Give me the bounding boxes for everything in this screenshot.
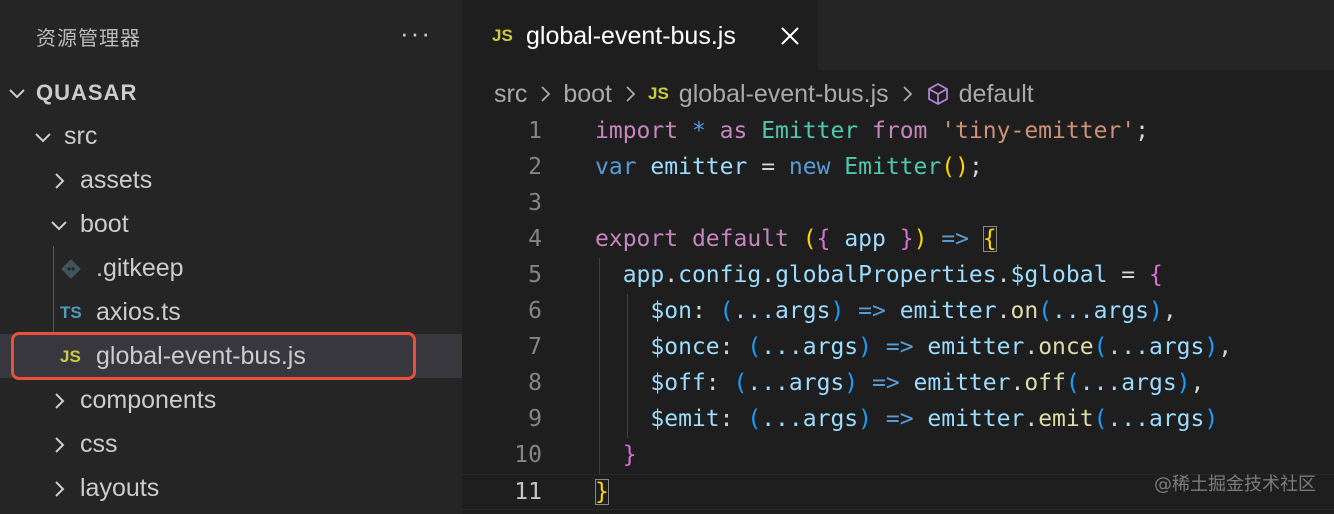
tree-item-label: css: [80, 430, 118, 458]
breadcrumb-item[interactable]: boot: [563, 80, 612, 109]
line-number: 6: [528, 298, 542, 324]
line-number: 1: [528, 118, 542, 144]
code-line: 8 $off: (...args) => emitter.off(...args…: [462, 366, 1334, 402]
breadcrumb-item[interactable]: default: [959, 80, 1034, 109]
tree-item-boot[interactable]: boot: [0, 202, 462, 246]
javascript-file-icon: JS: [648, 84, 669, 103]
line-number: 9: [528, 406, 542, 432]
code-line: 3: [462, 186, 1334, 222]
chevron-right-icon: [541, 86, 551, 102]
code-line: 2 var emitter = new Emitter();: [462, 150, 1334, 186]
chevron-right-icon: [55, 173, 65, 189]
chevron-right-icon: [55, 437, 65, 453]
code-line: 5 app.config.globalProperties.$global = …: [462, 258, 1334, 294]
line-number: 11: [514, 479, 542, 505]
tree-item-label: boot: [80, 210, 129, 238]
explorer-sidebar: 资源管理器 ··· QUASAR src assets boot .gitkee…: [0, 0, 462, 514]
line-number: 10: [514, 442, 542, 468]
section-label: QUASAR: [36, 80, 138, 105]
code-text: app.config.globalProperties.$global = {: [622, 262, 1163, 288]
line-number: 8: [528, 370, 542, 396]
tree-item-label: assets: [80, 166, 153, 194]
chevron-right-icon: [903, 86, 912, 102]
breadcrumb-item[interactable]: src: [494, 80, 527, 109]
explorer-title: 资源管理器: [36, 26, 141, 50]
line-number: 3: [528, 190, 542, 216]
code-text: $off: (...args) => emitter.off(...args),: [650, 370, 1205, 396]
code-line: 10 }: [462, 438, 1334, 474]
tree-item-assets[interactable]: assets: [0, 158, 462, 202]
code-text: $once: (...args) => emitter.once(...args…: [650, 334, 1233, 360]
line-number: 2: [528, 154, 542, 180]
tab-bar: JS global-event-bus.js: [462, 0, 1334, 70]
symbol-module-icon: [927, 82, 948, 106]
code-line: 1 import * as Emitter from 'tiny-emitter…: [462, 114, 1334, 150]
chevron-right-icon: [55, 393, 65, 409]
chevron-right-icon: [55, 481, 65, 497]
code-text: var emitter = new Emitter();: [595, 154, 983, 180]
code-line: 9 $emit: (...args) => emitter.emit(...ar…: [462, 402, 1334, 438]
code-text: $on: (...args) => emitter.on(...args),: [650, 298, 1177, 324]
tab-label: global-event-bus.js: [526, 22, 736, 50]
code-text: $emit: (...args) => emitter.emit(...args…: [650, 406, 1219, 432]
chevron-right-icon: [626, 86, 636, 102]
chevron-down-icon: [35, 133, 51, 143]
code-text: }: [622, 442, 637, 468]
line-number: 7: [528, 334, 542, 360]
tab-global-event-bus[interactable]: JS global-event-bus.js: [462, 0, 818, 70]
line-number: 4: [528, 226, 542, 252]
typescript-file-icon: TS: [60, 303, 82, 322]
code-text: export default ({ app }) => {: [595, 226, 997, 252]
tree-item-src[interactable]: src: [0, 114, 462, 158]
line-number: 5: [528, 262, 542, 288]
tree-item-label: axios.ts: [96, 298, 181, 326]
code-line: 4 export default ({ app }) => {: [462, 222, 1334, 258]
chevron-down-icon: [9, 89, 25, 99]
tree-item-gitkeep[interactable]: .gitkeep: [0, 246, 462, 290]
tree-item-components[interactable]: components: [0, 378, 462, 422]
close-icon[interactable]: [778, 20, 802, 50]
tree-item-label: layouts: [80, 474, 160, 502]
tree-item-css[interactable]: css: [0, 422, 462, 466]
editor-area: JS global-event-bus.js src boot JS globa…: [462, 0, 1334, 514]
more-actions-icon[interactable]: ···: [400, 18, 432, 49]
watermark: @稀土掘金技术社区: [1154, 474, 1316, 495]
code-text: import * as Emitter from 'tiny-emitter';: [595, 118, 1149, 144]
annotation-highlight: [11, 332, 416, 380]
breadcrumb: src boot JS global-event-bus.js default: [494, 78, 1034, 110]
tree-item-layouts[interactable]: layouts: [0, 466, 462, 510]
git-icon: [61, 259, 81, 279]
javascript-file-icon: JS: [492, 26, 513, 45]
code-line: 7 $once: (...args) => emitter.once(...ar…: [462, 330, 1334, 366]
tree-item-label: .gitkeep: [96, 254, 184, 282]
tree-item-axios[interactable]: TS axios.ts: [0, 290, 462, 334]
tree-item-label: components: [80, 386, 217, 414]
breadcrumb-item[interactable]: global-event-bus.js: [679, 80, 889, 109]
explorer-header: 资源管理器 ···: [0, 0, 462, 70]
section-quasar[interactable]: QUASAR: [0, 70, 462, 114]
code-line: 6 $on: (...args) => emitter.on(...args),: [462, 294, 1334, 330]
chevron-down-icon: [51, 221, 67, 231]
tree-item-label: src: [64, 122, 98, 150]
code-text: }: [595, 479, 609, 505]
